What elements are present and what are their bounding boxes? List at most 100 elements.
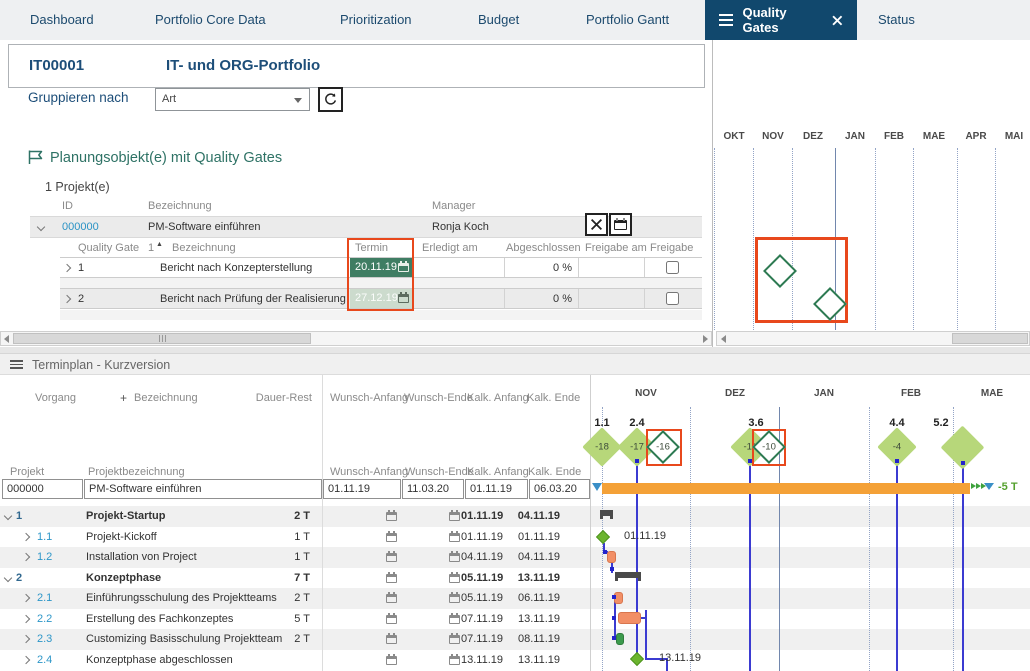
task-bar-2-3[interactable] <box>616 633 624 645</box>
month-gridline <box>957 148 958 330</box>
task-row-2-1[interactable]: 2.1 Einführungsschulung des Projektteams… <box>0 588 1030 609</box>
calendar-icon[interactable] <box>386 531 397 542</box>
calendar-icon[interactable] <box>386 654 397 665</box>
col-header-gate-bezeichnung[interactable]: Bezeichnung <box>172 242 236 254</box>
collapse-chevron-icon[interactable] <box>3 573 13 583</box>
quality-gates-page: Dashboard Portfolio Core Data Prioritiza… <box>0 0 1030 671</box>
col-header-abgeschlossen[interactable]: Abgeschlossen <box>506 242 581 254</box>
expand-chevron-icon[interactable] <box>21 634 31 644</box>
task-kalk-anfang: 07.11.19 <box>461 633 504 645</box>
tab-quality-gates[interactable]: Quality Gates <box>705 0 857 40</box>
top-nav: Dashboard Portfolio Core Data Prioritiza… <box>0 0 1030 40</box>
task-row-1[interactable]: 1 Projekt-Startup 2 T 01.11.19 04.11.19 <box>0 506 1030 527</box>
calendar-icon[interactable] <box>449 592 460 603</box>
task-row-2[interactable]: 2 Konzeptphase 7 T 05.11.19 13.11.19 <box>0 568 1030 589</box>
chevron-down-icon <box>294 98 302 103</box>
tab-status[interactable]: Status <box>878 0 915 40</box>
calendar-icon[interactable] <box>449 613 460 624</box>
freigabe-checkbox[interactable] <box>666 292 679 305</box>
remove-filter-button[interactable] <box>585 213 608 236</box>
right-horizontal-scrollbar[interactable] <box>716 331 1030 346</box>
task-kalk-ende: 13.11.19 <box>517 654 560 666</box>
project-name-field[interactable]: PM-Software einführen <box>84 479 322 499</box>
tab-portfolio-core-data[interactable]: Portfolio Core Data <box>155 0 266 40</box>
close-icon[interactable] <box>832 15 843 26</box>
menu-icon[interactable] <box>10 360 23 369</box>
task-bar-1-2[interactable] <box>607 551 616 563</box>
project-gantt-bar[interactable] <box>602 483 970 494</box>
task-dauer: 1 T <box>294 551 310 563</box>
task-row-2-4[interactable]: 2.4 Konzeptphase abgeschlossen 13.11.19 … <box>0 650 1030 671</box>
expand-chevron-icon[interactable] <box>21 552 31 562</box>
left-horizontal-scrollbar[interactable] <box>0 331 712 346</box>
task-bar-2-2[interactable] <box>618 612 641 624</box>
wunsch-ende-field[interactable]: 11.03.20 <box>402 479 464 499</box>
col-header-kalk-ende[interactable]: Kalk. Ende <box>527 392 580 404</box>
tab-prioritization[interactable]: Prioritization <box>340 0 412 40</box>
freigabe-checkbox[interactable] <box>666 261 679 274</box>
sort-asc-icon: ▲ <box>156 241 163 248</box>
collapse-chevron-icon[interactable] <box>36 222 46 232</box>
calendar-icon[interactable] <box>449 551 460 562</box>
col-header-quality-gate[interactable]: Quality Gate <box>78 242 139 254</box>
task-row-2-2[interactable]: 2.2 Erstellung des Fachkonzeptes 5 T 07.… <box>0 609 1030 630</box>
tab-budget[interactable]: Budget <box>478 0 519 40</box>
menu-icon[interactable] <box>719 14 734 26</box>
project-name: PM-Software einführen <box>148 221 261 233</box>
calendar-icon[interactable] <box>386 572 397 583</box>
scroll-left-icon[interactable] <box>721 335 726 343</box>
tab-dashboard[interactable]: Dashboard <box>30 0 94 40</box>
project-id-field[interactable]: 000000 <box>2 479 83 499</box>
task-row-2-3[interactable]: 2.3 Customizing Basisschulung Projekttea… <box>0 629 1030 650</box>
col-header-vorgang[interactable]: Vorgang <box>35 392 76 404</box>
milestone-diamond--18[interactable]: -18 <box>582 427 622 467</box>
expand-chevron-icon[interactable] <box>62 263 72 273</box>
calendar-icon[interactable] <box>449 531 460 542</box>
col-header-wunsch-ende[interactable]: Wunsch-Ende <box>404 392 473 404</box>
col-header-wunsch-anfang[interactable]: Wunsch-Anfang <box>330 392 408 404</box>
calendar-icon[interactable] <box>449 572 460 583</box>
kalk-anfang-field[interactable]: 01.11.19 <box>465 479 528 499</box>
task-row-1-2[interactable]: 1.2 Installation von Project 1 T 04.11.1… <box>0 547 1030 568</box>
col-header-freigabe[interactable]: Freigabe <box>650 242 693 254</box>
tab-portfolio-gantt[interactable]: Portfolio Gantt <box>586 0 669 40</box>
connector-dot <box>612 636 616 640</box>
scroll-left-icon[interactable] <box>4 335 9 343</box>
bar-end-marker <box>984 483 994 490</box>
kalk-ende-field[interactable]: 06.03.20 <box>529 479 590 499</box>
calendar-icon[interactable] <box>386 551 397 562</box>
calendar-button[interactable] <box>609 213 632 236</box>
calendar-icon[interactable] <box>386 633 397 644</box>
group-by-value: Art <box>162 93 177 105</box>
calendar-icon[interactable] <box>386 592 397 603</box>
scroll-right-icon[interactable] <box>703 335 708 343</box>
task-name: Konzeptphase abgeschlossen <box>86 654 233 666</box>
calendar-icon[interactable] <box>386 613 397 624</box>
add-task-button[interactable]: + <box>120 391 127 405</box>
calendar-icon[interactable] <box>386 510 397 521</box>
expand-chevron-icon[interactable] <box>21 532 31 542</box>
calendar-icon[interactable] <box>449 510 460 521</box>
expand-chevron-icon[interactable] <box>62 294 72 304</box>
calendar-icon[interactable] <box>449 633 460 644</box>
project-id-link[interactable]: 000000 <box>62 217 99 237</box>
col-header-erledigt-am[interactable]: Erledigt am <box>422 242 478 254</box>
col-header-kalk-anfang[interactable]: Kalk. Anfang <box>467 392 529 404</box>
task-row-1-1[interactable]: 1.1 Projekt-Kickoff 1 T 01.11.19 01.11.1… <box>0 527 1030 548</box>
expand-chevron-icon[interactable] <box>21 614 31 624</box>
scrollbar-thumb[interactable] <box>952 333 1028 344</box>
calendar-icon[interactable] <box>449 654 460 665</box>
col-header-bezeichnung[interactable]: Bezeichnung <box>134 392 198 404</box>
gantt-month-mae: MAE <box>980 388 1004 399</box>
refresh-button[interactable] <box>318 87 343 112</box>
col-header-freigabe-am[interactable]: Freigabe am <box>585 242 647 254</box>
expand-chevron-icon[interactable] <box>21 655 31 665</box>
group-by-select[interactable]: Art <box>155 88 310 111</box>
col-header-dauer-rest[interactable]: Dauer-Rest <box>240 392 312 404</box>
task-nr: 2 <box>16 572 23 584</box>
expand-chevron-icon[interactable] <box>21 593 31 603</box>
task-kalk-anfang: 04.11.19 <box>461 551 504 563</box>
scrollbar-thumb[interactable] <box>13 333 311 344</box>
collapse-chevron-icon[interactable] <box>3 511 13 521</box>
wunsch-anfang-field[interactable]: 01.11.19 <box>323 479 401 499</box>
